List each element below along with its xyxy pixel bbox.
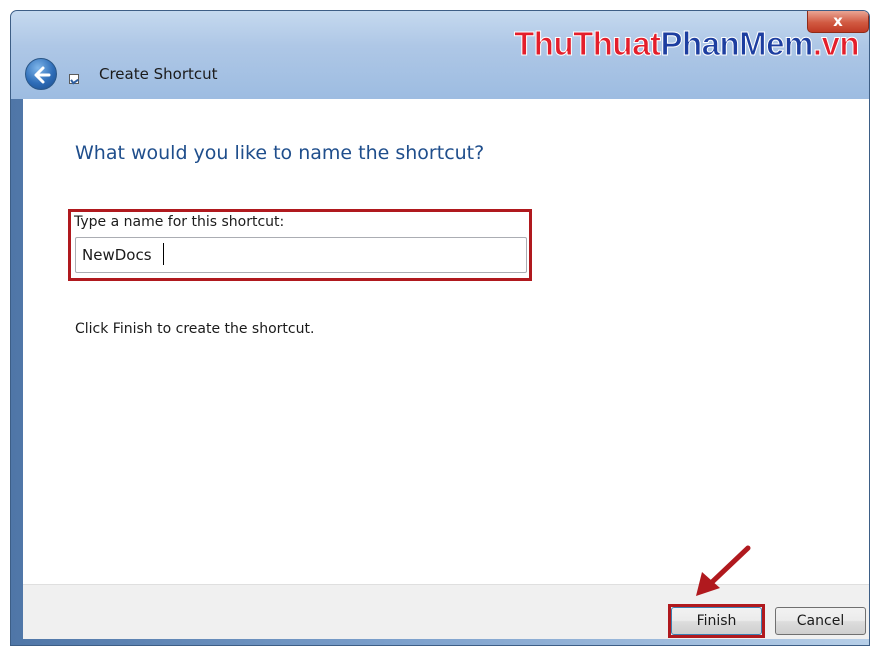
shortcut-icon [69,74,79,84]
name-field-label: Type a name for this shortcut: [74,214,285,230]
page-title: What would you like to name the shortcut… [75,142,485,164]
window-title: Create Shortcut [99,65,218,83]
close-icon: x [833,12,843,30]
red-arrow-icon [696,545,751,596]
back-button[interactable] [25,58,57,90]
text-caret [163,243,164,265]
cancel-button[interactable]: Cancel [775,607,866,635]
watermark-part-2: PhanMem [660,25,814,63]
shortcut-name-input[interactable] [75,237,527,273]
titlebar: Create Shortcut ThuThuatPhanMem.vn x [11,11,869,99]
watermark-part-1: ThuThuat [514,25,662,63]
close-button[interactable]: x [807,11,869,33]
wizard-content: What would you like to name the shortcut… [23,99,869,584]
back-arrow-icon [34,66,51,84]
finish-button[interactable]: Finish [671,607,762,635]
instruction-text: Click Finish to create the shortcut. [75,321,315,337]
